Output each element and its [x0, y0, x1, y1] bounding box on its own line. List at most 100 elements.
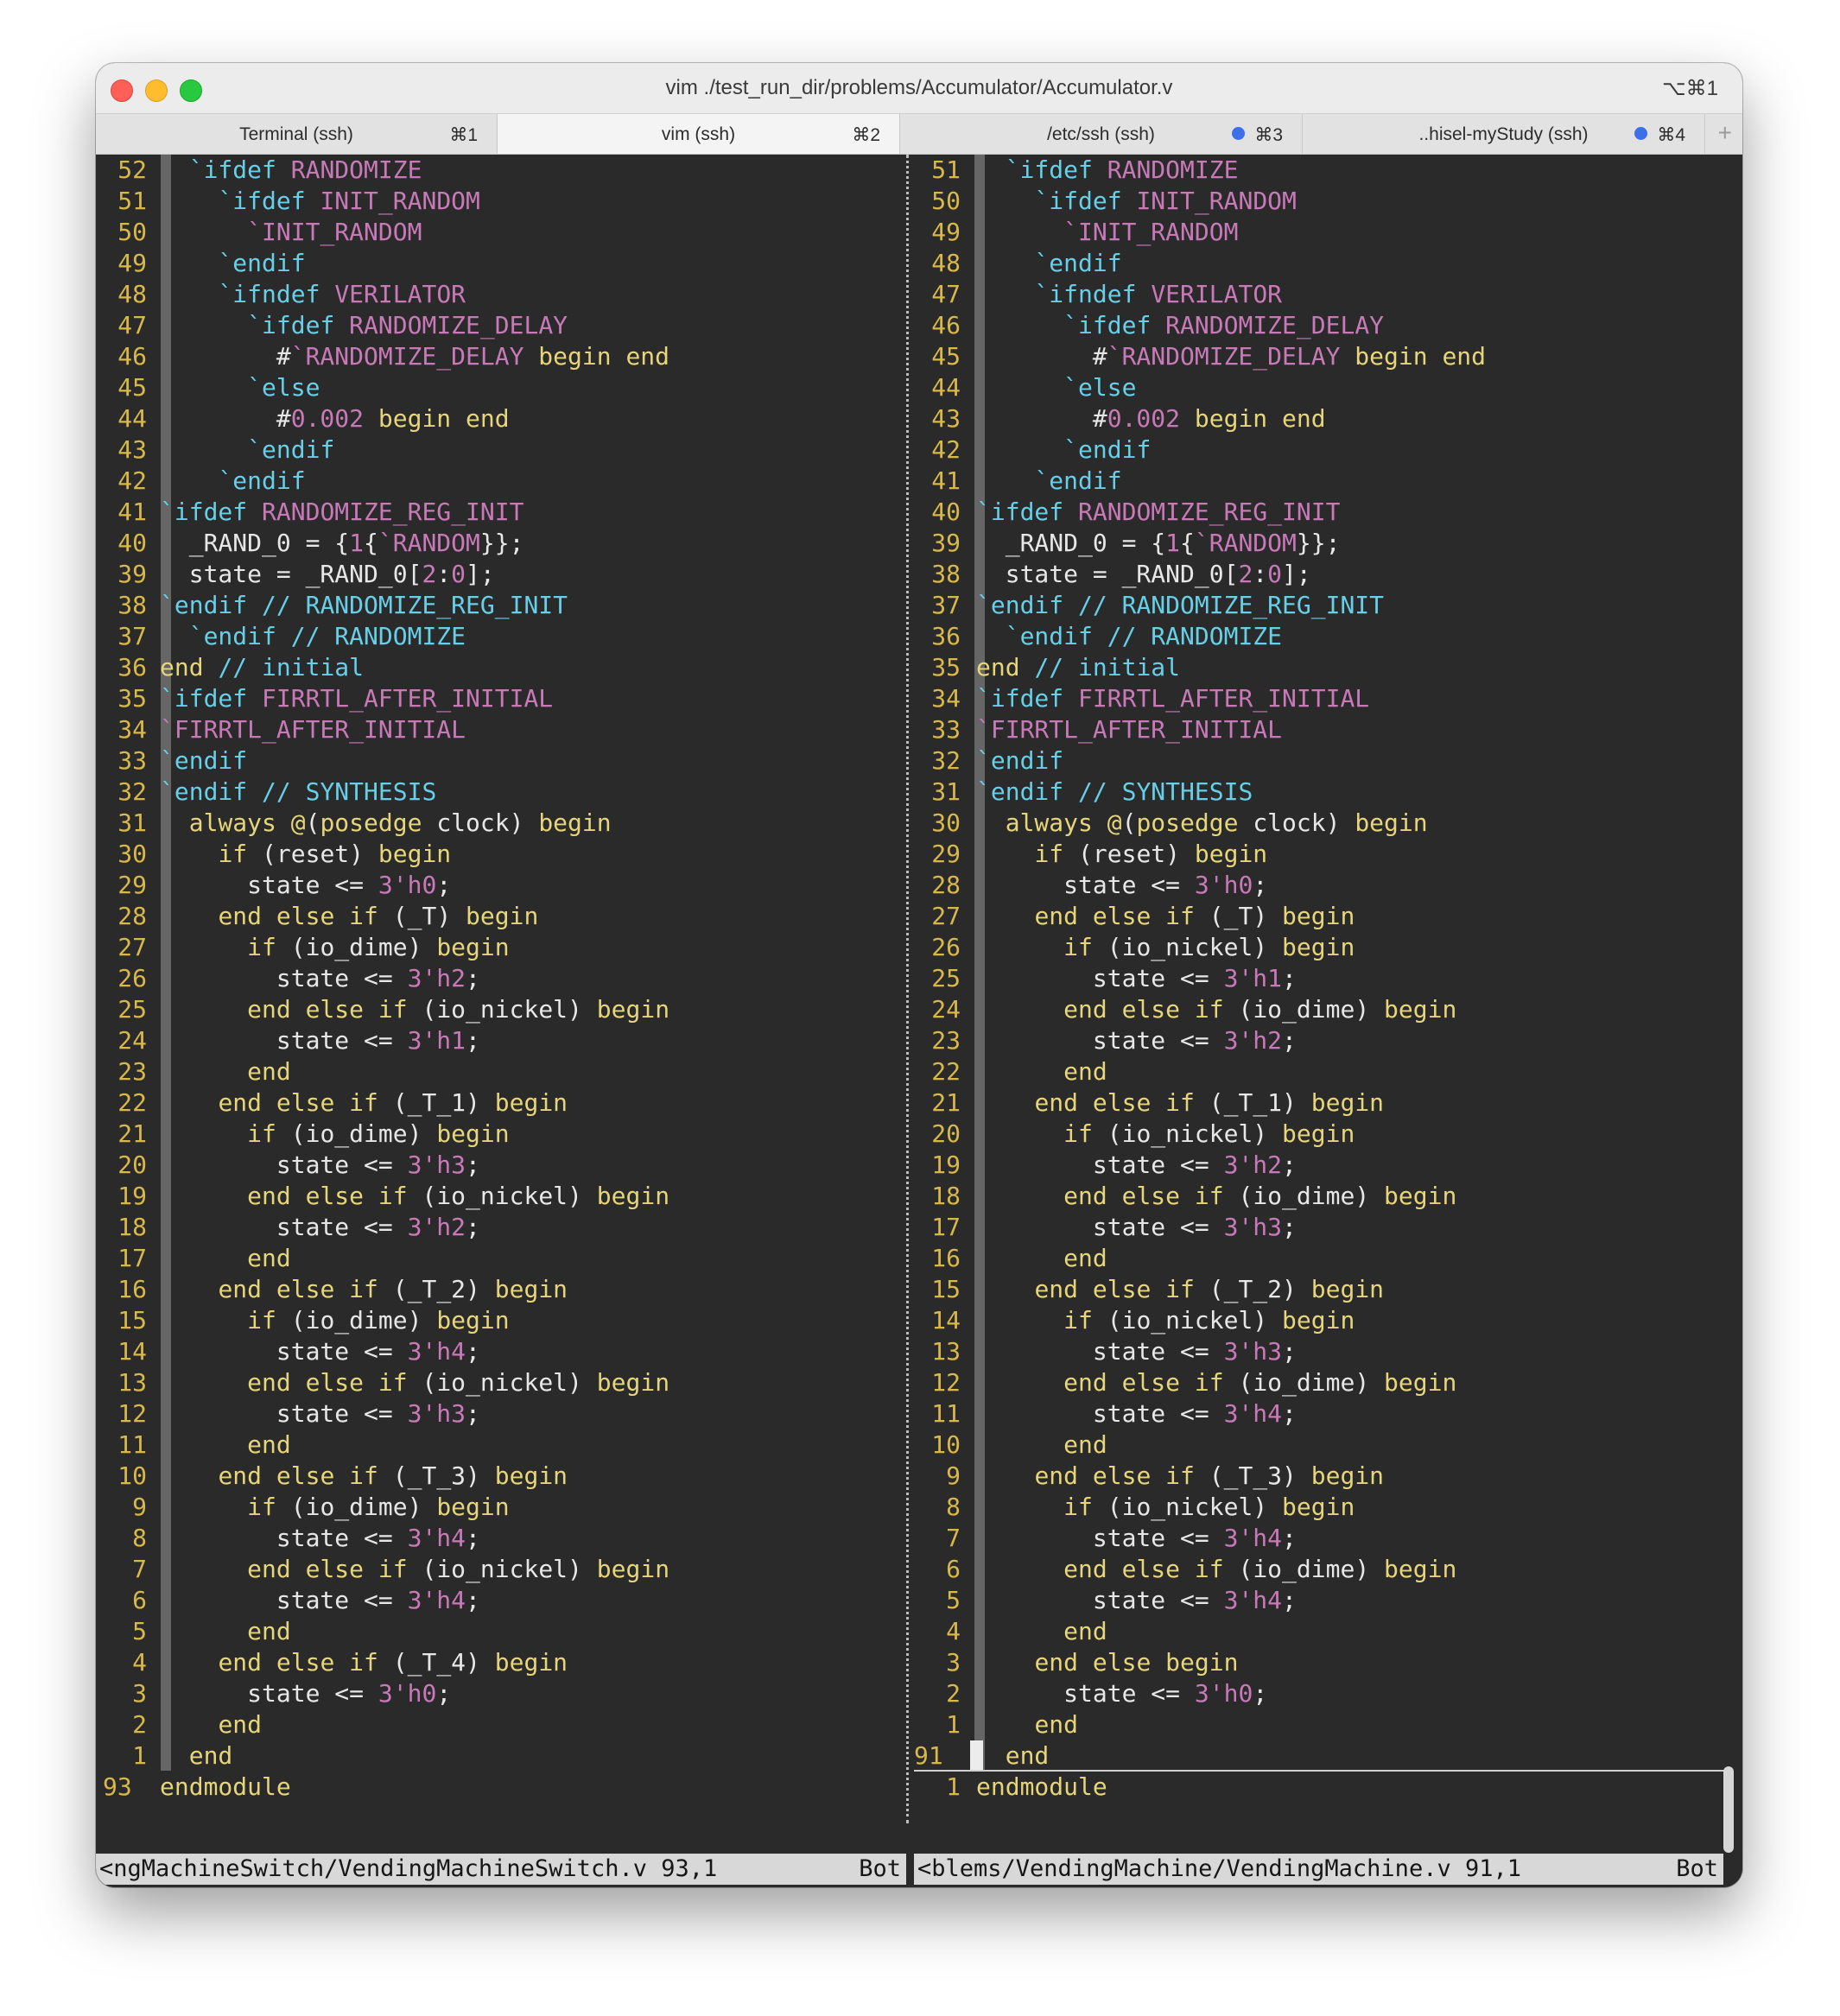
code-text: end [1034, 1710, 1079, 1739]
line-number: 47 [931, 280, 961, 308]
code-line: 16 end else if (_T_2) begin [96, 1274, 906, 1305]
line-number: 1 [132, 1741, 147, 1770]
code-text: end else if (io_dime) begin [1063, 995, 1457, 1024]
code-text: end // initial [976, 653, 1181, 682]
code-text: state <= 3'h0; [160, 871, 452, 899]
line-number: 37 [931, 591, 961, 619]
code-text: end else if (io_dime) begin [1063, 1555, 1457, 1583]
tab-hisel-mystudy[interactable]: ..hisel-myStudy (ssh) ⌘4 [1303, 114, 1705, 154]
code-line: 18 state <= 3'h2; [96, 1212, 906, 1243]
code-text: always @(posedge clock) begin [1005, 808, 1428, 837]
code-line: 22 end else if (_T_1) begin [96, 1087, 906, 1119]
line-number: 20 [931, 1119, 961, 1148]
code-text: state <= 3'h3; [976, 1213, 1297, 1241]
line-number: 40 [117, 529, 147, 557]
tab-terminal[interactable]: Terminal (ssh) ⌘1 [96, 114, 498, 154]
vertical-split-divider[interactable] [906, 155, 914, 1823]
code-line: 27 if (io_dime) begin [96, 932, 906, 963]
line-number: 52 [117, 155, 147, 184]
code-text: `ifndef VERILATOR [1034, 280, 1283, 308]
code-text: end else if (io_nickel) begin [247, 1368, 670, 1397]
code-line: 28 end else if (_T) begin [96, 901, 906, 932]
code-line: 25 end else if (io_nickel) begin [96, 994, 906, 1025]
code-line: 25 state <= 3'h1; [914, 963, 1730, 994]
code-line: 16 end [914, 1243, 1730, 1274]
code-line: 9 end else if (_T_3) begin [914, 1461, 1730, 1492]
code-line: 17 state <= 3'h3; [914, 1212, 1730, 1243]
code-text: `endif // SYNTHESIS [976, 777, 1253, 806]
line-number: 21 [117, 1119, 147, 1148]
line-number: 30 [931, 808, 961, 837]
code-line: 40 _RAND_0 = {1{`RANDOM}}; [96, 528, 906, 559]
tab-etc-ssh[interactable]: /etc/ssh (ssh) ⌘3 [900, 114, 1303, 154]
code-line: 22 end [914, 1056, 1730, 1087]
code-text: `endif [160, 746, 248, 775]
code-line: 21 end else if (_T_1) begin [914, 1087, 1730, 1119]
code-line: 15 end else if (_T_2) begin [914, 1274, 1730, 1305]
code-line: 10 end [914, 1430, 1730, 1461]
line-number: 37 [117, 622, 147, 650]
code-text: `ifdef INIT_RANDOM [1034, 187, 1297, 215]
right-status-line: <blems/VendingMachine/VendingMachine.v 9… [914, 1854, 1723, 1885]
line-number: 2 [946, 1679, 961, 1708]
line-number: 31 [931, 777, 961, 806]
code-text: end [247, 1430, 291, 1459]
line-number: 9 [132, 1493, 147, 1521]
tab-vim[interactable]: vim (ssh) ⌘2 [498, 114, 900, 154]
line-number: 6 [946, 1555, 961, 1583]
code-text: `endif [247, 435, 335, 464]
line-number: 36 [117, 653, 147, 682]
line-number: 46 [117, 342, 147, 371]
code-line: 48 `endif [914, 248, 1730, 279]
code-text: `endif // RANDOMIZE [188, 622, 466, 650]
code-line: 7 state <= 3'h4; [914, 1523, 1730, 1554]
code-text: if (io_dime) begin [247, 1306, 510, 1334]
new-tab-button[interactable]: + [1718, 119, 1732, 147]
code-text: endmodule [976, 1772, 1107, 1801]
code-text: #`RANDOMIZE_DELAY begin end [976, 342, 1487, 371]
terminal-scrollbar[interactable] [1723, 1766, 1734, 1853]
right-status-file: <blems/VendingMachine/VendingMachine.v 9… [917, 1855, 1521, 1882]
line-number: 15 [931, 1275, 961, 1303]
code-text: `endif // SYNTHESIS [160, 777, 437, 806]
code-line: 12 end else if (io_dime) begin [914, 1367, 1730, 1398]
left-editor-pane[interactable]: 52 `ifdef RANDOMIZE 51 `ifdef INIT_RANDOM… [96, 155, 906, 1823]
code-text: `ifndef VERILATOR [218, 280, 466, 308]
right-editor-pane[interactable]: 51 `ifdef RANDOMIZE 50 `ifdef INIT_RANDOM… [914, 155, 1730, 1823]
code-text: end else if (io_dime) begin [1063, 1182, 1457, 1210]
line-number: 18 [931, 1182, 961, 1210]
line-number: 51 [931, 155, 961, 184]
line-number: 42 [117, 466, 147, 495]
code-line: 8 if (io_nickel) begin [914, 1492, 1730, 1523]
code-line: 45 #`RANDOMIZE_DELAY begin end [914, 341, 1730, 372]
line-number: 38 [117, 591, 147, 619]
code-line: 29 if (reset) begin [914, 839, 1730, 870]
code-text: if (io_dime) begin [247, 933, 510, 961]
code-text: end [1063, 1617, 1107, 1645]
line-number: 93 [103, 1772, 132, 1801]
code-text: `endif [976, 746, 1064, 775]
code-text: `ifdef RANDOMIZE [1005, 155, 1239, 184]
line-number: 43 [931, 404, 961, 433]
code-line: 3 end else begin [914, 1647, 1730, 1678]
line-number: 26 [931, 933, 961, 961]
code-line: 43 `endif [96, 434, 906, 466]
code-text: if (io_nickel) begin [1063, 933, 1355, 961]
code-line: 5 end [96, 1616, 906, 1647]
code-text: `endif [1034, 249, 1122, 277]
code-line: 29 state <= 3'h0; [96, 870, 906, 901]
code-line: 5 state <= 3'h4; [914, 1585, 1730, 1616]
code-text: state <= 3'h3; [160, 1151, 480, 1179]
line-number: 38 [931, 560, 961, 588]
line-number: 40 [931, 498, 961, 526]
left-status-file: <ngMachineSwitch/VendingMachineSwitch.v … [99, 1855, 718, 1882]
line-number: 23 [931, 1026, 961, 1055]
code-text: if (reset) begin [218, 840, 452, 868]
code-text: state <= 3'h4; [976, 1399, 1297, 1428]
code-text: end [247, 1244, 291, 1272]
code-text: end // initial [160, 653, 365, 682]
title-bar[interactable]: vim ./test_run_dir/problems/Accumulator/… [96, 63, 1742, 114]
terminal-content[interactable]: 52 `ifdef RANDOMIZE 51 `ifdef INIT_RANDOM… [96, 155, 1742, 1887]
code-line: 46 #`RANDOMIZE_DELAY begin end [96, 341, 906, 372]
code-line: 14 state <= 3'h4; [96, 1336, 906, 1367]
